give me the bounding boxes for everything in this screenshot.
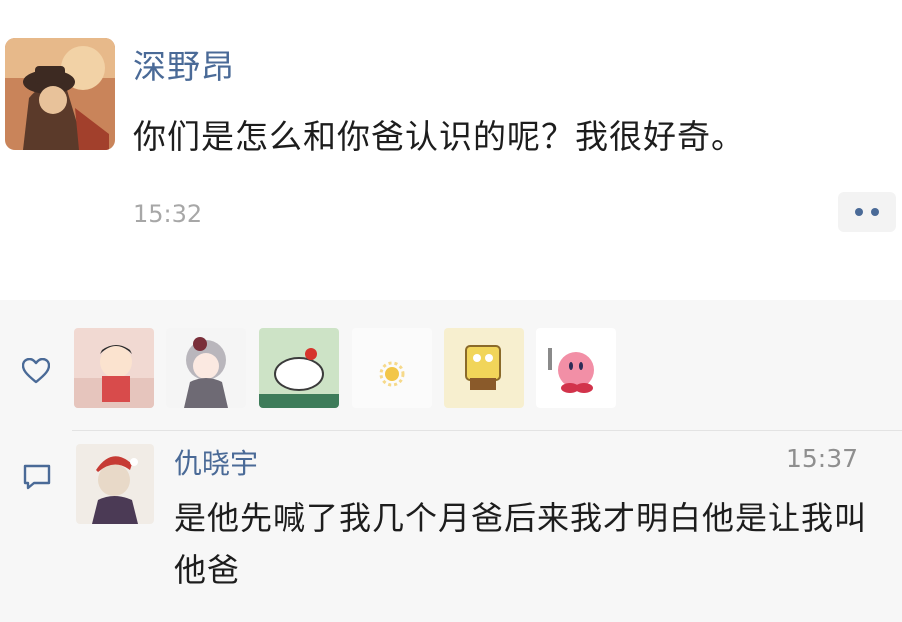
divider — [72, 430, 902, 431]
comment-timestamp: 15:37 — [785, 444, 858, 473]
post-text: 你们是怎么和你爸认识的呢？我很好奇。 — [133, 117, 745, 156]
author-name[interactable]: 深野昂 — [133, 40, 235, 88]
like-avatar-1[interactable] — [74, 328, 154, 408]
author-avatar[interactable] — [5, 38, 115, 150]
likes-row — [0, 328, 902, 412]
commenter-avatar[interactable] — [76, 444, 154, 524]
commenter-name[interactable]: 仇晓宇 — [174, 442, 258, 482]
interactions-panel: 仇晓宇 15:37 是他先喊了我几个月爸后来我才明白他是让我叫他爸 — [0, 300, 902, 622]
comment-text: 是他先喊了我几个月爸后来我才明白他是让我叫他爸 — [174, 499, 868, 589]
like-avatar-4[interactable] — [352, 328, 432, 408]
like-avatar-5[interactable] — [444, 328, 524, 408]
more-dots-icon[interactable] — [838, 192, 896, 232]
heart-icon — [22, 358, 50, 384]
moment-post: 深野昂 你们是怎么和你爸认识的呢？我很好奇。 15:32 — [0, 0, 902, 300]
comment-icon — [23, 464, 51, 490]
like-avatar-3[interactable] — [259, 328, 339, 408]
post-timestamp: 15:32 — [133, 200, 203, 228]
like-avatar-6[interactable] — [536, 328, 616, 408]
like-avatar-2[interactable] — [166, 328, 246, 408]
